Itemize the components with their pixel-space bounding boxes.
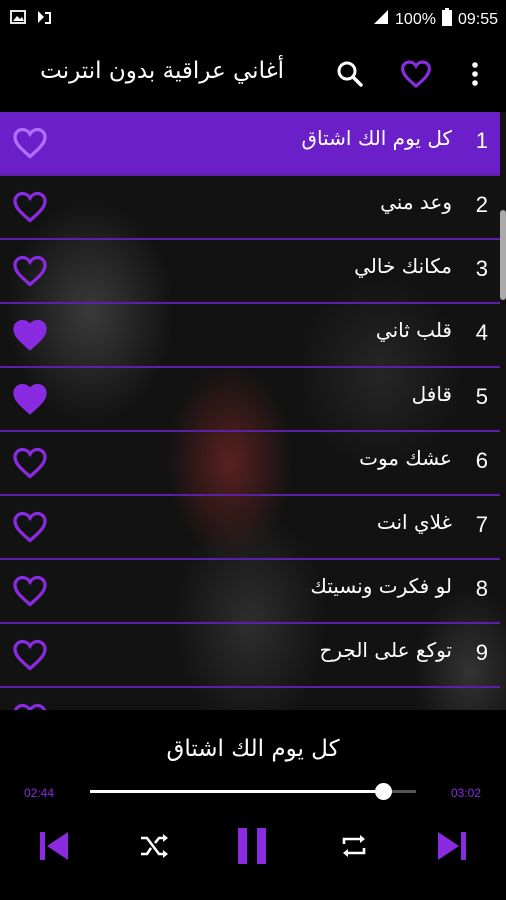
song-row-partial[interactable] [0,688,500,710]
song-title: مكانك خالي [354,254,452,278]
song-number: 5 [475,384,488,409]
repeat-icon[interactable] [336,826,372,866]
heart-filled-icon[interactable] [12,318,48,352]
song-title: توكع على الجرح [319,638,452,662]
duration-time: 03:02 [451,786,482,800]
favorites-heart-icon[interactable] [400,58,432,90]
battery-icon [441,8,452,31]
heart-icon[interactable] [12,702,48,710]
song-row[interactable]: مكانك خالي 3 [0,240,500,304]
seek-progress [90,790,384,793]
more-icon[interactable] [459,58,491,90]
heart-filled-icon[interactable] [12,382,48,416]
song-number: 8 [475,576,488,601]
app-bar: أغاني عراقية بدون انترنت [0,36,506,112]
song-row[interactable]: وعد مني 2 [0,176,500,240]
song-list[interactable]: كل يوم الك اشتاق 1 وعد مني 2 مكانك خالي … [0,112,506,710]
heart-icon[interactable] [12,638,48,672]
elapsed-time: 02:44 [24,786,55,800]
song-title: كل يوم الك اشتاق [301,126,453,150]
song-title: قافل [411,382,452,406]
seek-thumb[interactable] [375,783,393,800]
download-icon [36,9,52,29]
song-number: 9 [475,640,488,665]
seek-bar[interactable] [90,783,416,800]
heart-icon[interactable] [12,126,48,160]
song-title: لو فكرت ونسيتك [310,574,452,598]
clock: 09:55 [457,10,498,28]
song-number: 6 [475,448,488,473]
song-title: عشك موت [359,446,452,470]
song-number: 1 [475,128,488,153]
song-row[interactable]: قافل 5 [0,368,500,432]
song-row[interactable]: عشك موت 6 [0,432,500,496]
song-row[interactable]: توكع على الجرح 9 [0,624,500,688]
song-title: وعد مني [380,190,452,214]
scrollbar[interactable] [500,210,506,300]
song-title: غلاي انت [376,510,452,534]
previous-icon[interactable] [34,826,74,866]
status-bar: 100% 09:55 [0,0,506,36]
song-number: 7 [475,512,488,537]
song-number: 4 [475,320,488,345]
song-number: 2 [475,192,488,217]
song-number: 3 [475,256,488,281]
battery-percent: 100% [395,10,436,28]
song-row[interactable]: لو فكرت ونسيتك 8 [0,560,500,624]
next-icon[interactable] [432,826,472,866]
heart-icon[interactable] [12,254,48,288]
player-panel: كل يوم الك اشتاق 02:44 03:02 [0,710,506,900]
pause-icon[interactable] [232,824,272,868]
heart-icon[interactable] [12,510,48,544]
song-row[interactable]: غلاي انت 7 [0,496,500,560]
heart-icon[interactable] [12,574,48,608]
shuffle-icon[interactable] [136,826,172,866]
signal-icon [373,9,389,30]
image-icon [10,9,26,29]
app-title: أغاني عراقية بدون انترنت [40,58,284,84]
search-icon[interactable] [334,58,366,90]
heart-icon[interactable] [12,190,48,224]
song-title: قلب ثاني [375,318,452,342]
song-row[interactable]: قلب ثاني 4 [0,304,500,368]
heart-icon[interactable] [12,446,48,480]
song-row[interactable]: كل يوم الك اشتاق 1 [0,112,500,176]
now-playing-title: كل يوم الك اشتاق [166,736,340,762]
